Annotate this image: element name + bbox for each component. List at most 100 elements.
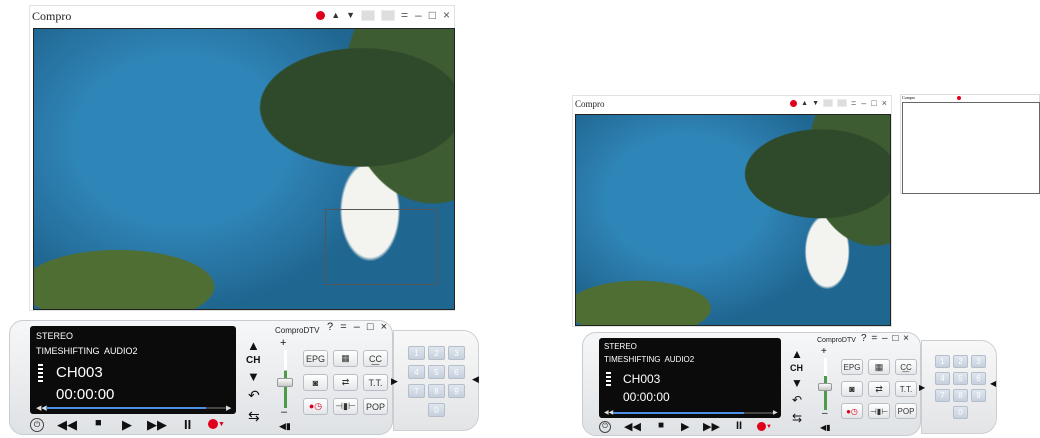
minimize-button[interactable]: – (354, 321, 362, 333)
expand-icon[interactable]: ▶ (919, 383, 925, 392)
timeshift-button[interactable]: ⇄ (868, 381, 890, 397)
num-2[interactable]: 2 (428, 346, 445, 360)
closed-caption-button[interactable]: C͟C (895, 359, 917, 375)
previous-channel-icon[interactable]: ↶ (792, 393, 802, 407)
title-bar[interactable]: Compro ▲ ▼ = – □ × (573, 96, 891, 114)
mute-icon[interactable]: ◀▮ (820, 423, 831, 432)
pause-icon[interactable]: II (184, 417, 191, 432)
record-button[interactable]: ▼ (208, 419, 225, 429)
pop-button[interactable]: POP (895, 403, 917, 419)
grid-button[interactable]: ▦ (868, 359, 890, 375)
power-icon[interactable]: ⏻ (599, 421, 611, 433)
num-8[interactable]: 8 (953, 389, 968, 402)
arrow-down-icon[interactable]: ▼ (812, 100, 819, 107)
num-8[interactable]: 8 (428, 384, 445, 398)
connect-button[interactable]: ⊣▮⊢ (868, 403, 890, 419)
stop-icon[interactable]: ■ (658, 420, 664, 431)
num-6[interactable]: 6 (448, 365, 465, 379)
maximize-button[interactable]: □ (892, 333, 899, 344)
snapshot-button[interactable]: ◙ (303, 374, 328, 391)
menu-button[interactable]: = (851, 98, 857, 108)
pause-icon[interactable]: II (736, 420, 742, 432)
num-2[interactable]: 2 (953, 355, 968, 368)
scheduled-record-button[interactable]: ●◷ (841, 403, 863, 419)
num-7[interactable]: 7 (408, 384, 425, 398)
maximize-button[interactable]: □ (429, 8, 437, 22)
num-1[interactable]: 1 (408, 346, 425, 360)
pop-title-bar[interactable]: Compro (901, 95, 1039, 102)
num-3[interactable]: 3 (448, 346, 465, 360)
expand-icon[interactable]: ▶ (391, 376, 398, 387)
teletext-button[interactable]: T.T. (363, 374, 388, 391)
record-icon[interactable] (957, 96, 961, 100)
num-0[interactable]: 0 (953, 406, 968, 419)
video-display[interactable] (33, 28, 455, 310)
snapshot-button[interactable]: ◙ (841, 381, 863, 397)
swap-channel-icon[interactable]: ⇆ (248, 408, 260, 425)
fast-forward-icon[interactable]: ▶▶ (703, 420, 720, 433)
video-display[interactable] (575, 114, 891, 326)
arrow-up-icon[interactable]: ▲ (801, 100, 808, 107)
fast-forward-icon[interactable]: ▶▶ (147, 417, 167, 433)
close-button[interactable]: × (882, 98, 888, 108)
mute-icon[interactable]: ◀▮ (279, 421, 291, 432)
num-0[interactable]: 0 (428, 403, 445, 417)
record-icon[interactable] (316, 10, 326, 20)
minimize-button[interactable]: – (861, 98, 867, 108)
epg-button[interactable]: EPG (841, 359, 863, 375)
num-1[interactable]: 1 (935, 355, 950, 368)
record-icon[interactable] (790, 99, 798, 107)
picture-in-picture[interactable] (325, 209, 437, 285)
play-icon[interactable]: ▶ (681, 420, 689, 433)
pop-video-display[interactable] (902, 102, 1040, 194)
channel-up-icon[interactable]: ▲ (791, 347, 803, 361)
channel-down-icon[interactable]: ▼ (791, 376, 803, 390)
close-button[interactable]: × (443, 8, 451, 22)
scheduled-record-button[interactable]: ●◷ (303, 398, 328, 415)
num-4[interactable]: 4 (408, 365, 425, 379)
channel-down-icon[interactable]: ▼ (247, 369, 260, 384)
menu-button[interactable]: = (401, 8, 409, 22)
help-button[interactable]: ? (327, 321, 335, 333)
minimize-button[interactable]: – (415, 8, 423, 22)
collapse-numpad-icon[interactable]: ◀ (990, 379, 996, 388)
connect-button[interactable]: ⊣▮⊢ (333, 398, 358, 415)
timeshift-progress[interactable] (613, 412, 744, 414)
minimize-button[interactable]: – (882, 333, 889, 344)
maximize-button[interactable]: □ (871, 98, 877, 108)
stop-icon[interactable]: ■ (95, 417, 102, 429)
menu-button[interactable]: = (340, 321, 348, 333)
closed-caption-button[interactable]: C͟C (363, 350, 388, 367)
num-9[interactable]: 9 (971, 389, 986, 402)
grid-button[interactable]: ▦ (333, 350, 358, 367)
close-button[interactable]: × (381, 321, 389, 333)
swap-channel-icon[interactable]: ⇆ (792, 411, 802, 425)
timeshift-progress[interactable] (46, 407, 206, 409)
title-bar[interactable]: Compro ▲ ▼ = – □ × (30, 6, 454, 28)
volume-thumb[interactable] (818, 383, 832, 391)
help-button[interactable]: ? (861, 333, 868, 344)
num-7[interactable]: 7 (935, 389, 950, 402)
arrow-down-icon[interactable]: ▼ (346, 10, 355, 20)
rewind-icon[interactable]: ◀◀ (57, 417, 77, 433)
num-6[interactable]: 6 (971, 372, 986, 385)
collapse-numpad-icon[interactable]: ◀ (472, 374, 479, 385)
epg-button[interactable]: EPG (303, 350, 328, 367)
arrow-up-icon[interactable]: ▲ (331, 10, 340, 20)
play-icon[interactable]: ▶ (122, 417, 132, 433)
channel-up-icon[interactable]: ▲ (247, 338, 260, 353)
volume-thumb[interactable] (277, 378, 293, 387)
num-9[interactable]: 9 (448, 384, 465, 398)
maximize-button[interactable]: □ (367, 321, 376, 333)
num-3[interactable]: 3 (971, 355, 986, 368)
num-4[interactable]: 4 (935, 372, 950, 385)
timeshift-button[interactable]: ⇄ (333, 374, 358, 391)
menu-button[interactable]: = (871, 333, 878, 344)
record-button[interactable]: ▼ (757, 422, 772, 431)
previous-channel-icon[interactable]: ↶ (248, 387, 260, 404)
close-button[interactable]: × (903, 333, 910, 344)
num-5[interactable]: 5 (428, 365, 445, 379)
teletext-button[interactable]: T.T. (895, 381, 917, 397)
num-5[interactable]: 5 (953, 372, 968, 385)
power-icon[interactable]: ⏻ (30, 418, 44, 432)
